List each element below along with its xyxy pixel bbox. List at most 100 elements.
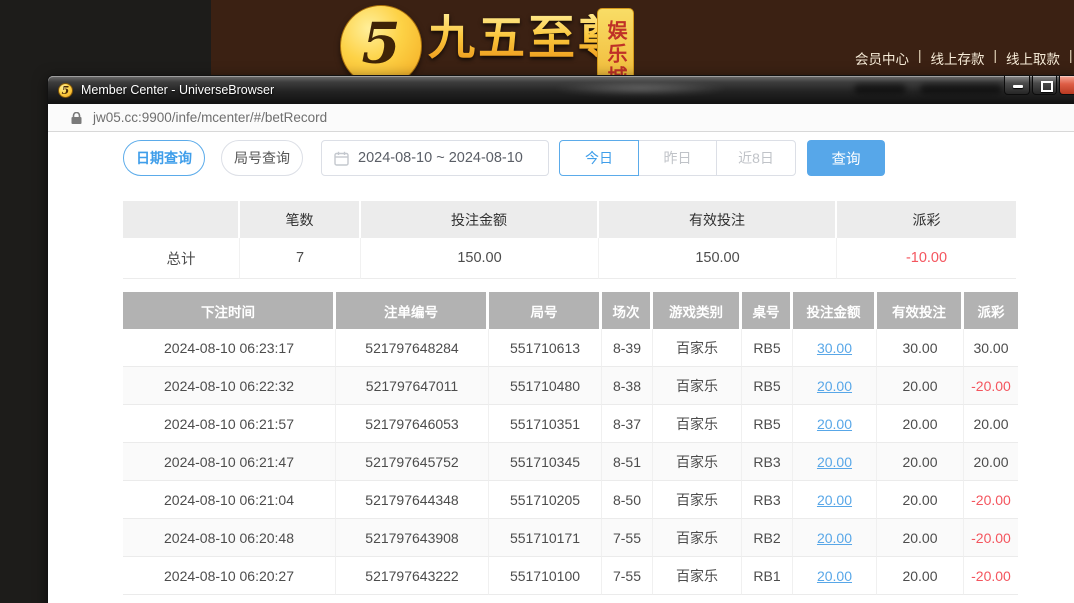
bet-amount-link[interactable]: 20.00 xyxy=(817,454,852,470)
col-header-game-type: 游戏类别 xyxy=(653,292,739,329)
cell-round-no: 551710205 xyxy=(489,481,602,519)
cell-valid-bet: 20.00 xyxy=(877,443,964,481)
window-controls xyxy=(1004,76,1074,95)
summary-table-header: 笔数 投注金额 有效投注 派彩 xyxy=(123,201,1016,238)
cell-table-no: RB5 xyxy=(742,405,793,443)
window-app-icon-glyph: 5 xyxy=(62,83,70,96)
col-header-session: 场次 xyxy=(602,292,650,329)
bet-amount-link[interactable]: 30.00 xyxy=(817,340,852,356)
table-row: 2024-08-10 06:23:17 521797648284 5517106… xyxy=(123,329,1018,367)
cell-game-type: 百家乐 xyxy=(653,329,742,367)
date-range-input[interactable]: 2024-08-10 ~ 2024-08-10 xyxy=(321,140,549,176)
nav-member-center[interactable]: 会员中心 xyxy=(855,48,909,68)
table-row: 2024-08-10 06:20:27 521797643222 5517101… xyxy=(123,557,1018,595)
table-row: 2024-08-10 06:21:47 521797645752 5517103… xyxy=(123,443,1018,481)
nav-online-withdraw[interactable]: 线上取款 xyxy=(1006,48,1060,68)
close-button[interactable] xyxy=(1059,76,1074,95)
cell-bet-time: 2024-08-10 06:21:47 xyxy=(123,443,336,481)
cell-order-no: 521797643222 xyxy=(336,557,489,595)
address-bar[interactable]: jw05.cc:9900/infe/mcenter/#/betRecord xyxy=(48,104,1074,132)
cell-table-no: RB3 xyxy=(742,443,793,481)
cell-order-no: 521797645752 xyxy=(336,443,489,481)
screen: 5 九五至尊 娱乐城 会员中心 | 线上存款 | 线上取款 | 一 5 Memb… xyxy=(0,0,1074,603)
cell-session: 8-51 xyxy=(602,443,653,481)
summary-payout: -10.00 xyxy=(837,238,1016,279)
cell-table-no: RB3 xyxy=(742,481,793,519)
bet-amount-link[interactable]: 20.00 xyxy=(817,568,852,584)
search-button[interactable]: 查询 xyxy=(807,140,885,176)
today-button[interactable]: 今日 xyxy=(559,140,639,176)
cell-order-no: 521797644348 xyxy=(336,481,489,519)
col-header-valid-bet: 有效投注 xyxy=(877,292,961,329)
cell-game-type: 百家乐 xyxy=(653,443,742,481)
calendar-icon xyxy=(334,151,349,166)
summary-valid-bet: 150.00 xyxy=(599,238,837,279)
col-header-payout: 派彩 xyxy=(964,292,1018,329)
summary-header-cell: 派彩 xyxy=(837,201,1016,238)
bet-table-header: 下注时间 注单编号 局号 场次 游戏类别 桌号 投注金额 有效投注 派彩 xyxy=(123,292,1018,329)
cell-bet-time: 2024-08-10 06:21:57 xyxy=(123,405,336,443)
url-text: jw05.cc:9900/infe/mcenter/#/betRecord xyxy=(93,110,327,125)
cell-order-no: 521797643908 xyxy=(336,519,489,557)
round-query-tab[interactable]: 局号查询 xyxy=(221,140,303,176)
cell-valid-bet: 20.00 xyxy=(877,367,964,405)
cell-game-type: 百家乐 xyxy=(653,405,742,443)
cell-bet-time: 2024-08-10 06:20:27 xyxy=(123,557,336,595)
col-header-round-no: 局号 xyxy=(489,292,599,329)
cell-valid-bet: 30.00 xyxy=(877,329,964,367)
bet-amount-link[interactable]: 20.00 xyxy=(817,416,852,432)
summary-bet-amount: 150.00 xyxy=(361,238,599,279)
summary-header-cell: 有效投注 xyxy=(599,201,835,238)
cell-round-no: 551710351 xyxy=(489,405,602,443)
cell-game-type: 百家乐 xyxy=(653,367,742,405)
cell-order-no: 521797647011 xyxy=(336,367,489,405)
summary-total-label: 总计 xyxy=(123,238,240,279)
cell-bet-time: 2024-08-10 06:22:32 xyxy=(123,367,336,405)
bet-amount-link[interactable]: 20.00 xyxy=(817,378,852,394)
window-title: Member Center - UniverseBrowser xyxy=(81,83,274,97)
nav-separator: | xyxy=(994,48,998,68)
cell-order-no: 521797646053 xyxy=(336,405,489,443)
window-app-icon: 5 xyxy=(58,83,73,98)
table-row: 2024-08-10 06:20:48 521797643908 5517101… xyxy=(123,519,1018,557)
cell-round-no: 551710100 xyxy=(489,557,602,595)
cell-round-no: 551710613 xyxy=(489,329,602,367)
nav-online-deposit[interactable]: 线上存款 xyxy=(931,48,985,68)
summary-header-cell: 投注金额 xyxy=(361,201,597,238)
titlebar-blurred-text xyxy=(920,84,1002,94)
lock-icon xyxy=(71,112,82,124)
cell-valid-bet: 20.00 xyxy=(877,557,964,595)
cell-game-type: 百家乐 xyxy=(653,519,742,557)
window-titlebar[interactable]: 5 Member Center - UniverseBrowser xyxy=(48,76,1074,104)
cell-bet-time: 2024-08-10 06:20:48 xyxy=(123,519,336,557)
cell-payout: 30.00 xyxy=(964,329,1018,367)
bet-amount-link[interactable]: 20.00 xyxy=(817,530,852,546)
cell-table-no: RB5 xyxy=(742,329,793,367)
bet-amount-link[interactable]: 20.00 xyxy=(817,492,852,508)
cell-round-no: 551710345 xyxy=(489,443,602,481)
cell-bet-time: 2024-08-10 06:21:04 xyxy=(123,481,336,519)
cell-session: 7-55 xyxy=(602,557,653,595)
yesterday-button[interactable]: 昨日 xyxy=(638,140,717,176)
cell-session: 8-37 xyxy=(602,405,653,443)
col-header-order-no: 注单编号 xyxy=(336,292,486,329)
summary-header-cell: 笔数 xyxy=(240,201,359,238)
table-row: 2024-08-10 06:21:04 521797644348 5517102… xyxy=(123,481,1018,519)
cell-valid-bet: 20.00 xyxy=(877,405,964,443)
nav-separator: | xyxy=(918,48,922,68)
titlebar-glass-reflection xyxy=(553,82,728,95)
date-query-tab[interactable]: 日期查询 xyxy=(123,140,205,176)
cell-payout: -20.00 xyxy=(964,481,1018,519)
last-8-days-button[interactable]: 近8日 xyxy=(716,140,796,176)
cell-payout: -20.00 xyxy=(964,557,1018,595)
cell-session: 7-55 xyxy=(602,519,653,557)
cell-payout: 20.00 xyxy=(964,443,1018,481)
banner-nav: 会员中心 | 线上存款 | 线上取款 | 一 xyxy=(855,48,1074,68)
maximize-button[interactable] xyxy=(1032,76,1057,95)
browser-window: 5 Member Center - UniverseBrowser jw05.c… xyxy=(47,75,1074,603)
col-header-bet-amount: 投注金额 xyxy=(793,292,874,329)
site-banner: 5 九五至尊 娱乐城 会员中心 | 线上存款 | 线上取款 | 一 xyxy=(0,0,1074,78)
quick-range-group: 今日 昨日 近8日 xyxy=(559,140,796,176)
minimize-button[interactable] xyxy=(1004,76,1030,95)
cell-valid-bet: 20.00 xyxy=(877,519,964,557)
